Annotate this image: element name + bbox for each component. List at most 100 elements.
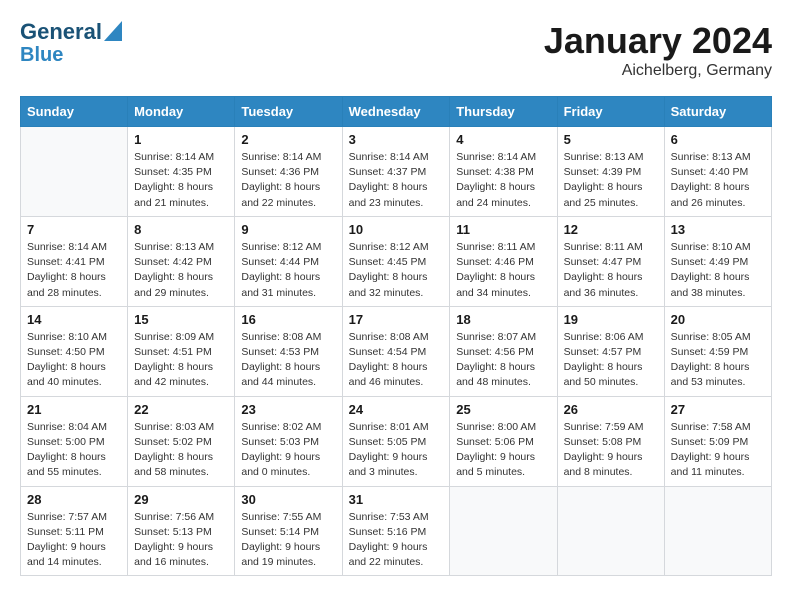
day-number: 27 [671, 402, 765, 417]
col-wednesday: Wednesday [342, 97, 450, 127]
day-number: 26 [564, 402, 658, 417]
table-row [450, 486, 557, 576]
table-row: 26 Sunrise: 7:59 AMSunset: 5:08 PMDayligh… [557, 396, 664, 486]
table-row: 10 Sunrise: 8:12 AMSunset: 4:45 PMDayligh… [342, 216, 450, 306]
day-number: 30 [241, 492, 335, 507]
table-row: 1 Sunrise: 8:14 AMSunset: 4:35 PMDaylight… [128, 127, 235, 217]
day-info: Sunrise: 8:14 AMSunset: 4:37 PMDaylight:… [349, 150, 444, 211]
title-block: January 2024 Aichelberg, Germany [544, 20, 772, 80]
table-row: 7 Sunrise: 8:14 AMSunset: 4:41 PMDaylight… [21, 216, 128, 306]
day-number: 20 [671, 312, 765, 327]
day-info: Sunrise: 7:53 AMSunset: 5:16 PMDaylight:… [349, 510, 444, 571]
day-number: 3 [349, 132, 444, 147]
day-info: Sunrise: 8:07 AMSunset: 4:56 PMDaylight:… [456, 330, 550, 391]
day-number: 4 [456, 132, 550, 147]
day-number: 23 [241, 402, 335, 417]
day-info: Sunrise: 8:00 AMSunset: 5:06 PMDaylight:… [456, 420, 550, 481]
day-info: Sunrise: 8:04 AMSunset: 5:00 PMDaylight:… [27, 420, 121, 481]
day-number: 25 [456, 402, 550, 417]
day-info: Sunrise: 7:55 AMSunset: 5:14 PMDaylight:… [241, 510, 335, 571]
col-saturday: Saturday [664, 97, 771, 127]
table-row: 19 Sunrise: 8:06 AMSunset: 4:57 PMDayligh… [557, 306, 664, 396]
table-row: 17 Sunrise: 8:08 AMSunset: 4:54 PMDayligh… [342, 306, 450, 396]
page-header: General Blue January 2024 Aichelberg, Ge… [20, 20, 772, 80]
col-tuesday: Tuesday [235, 97, 342, 127]
table-row: 25 Sunrise: 8:00 AMSunset: 5:06 PMDayligh… [450, 396, 557, 486]
table-row [21, 127, 128, 217]
table-row: 2Sunrise: 8:14 AMSunset: 4:36 PMDaylight… [235, 127, 342, 217]
day-info: Sunrise: 7:58 AMSunset: 5:09 PMDaylight:… [671, 420, 765, 481]
page-title: January 2024 [544, 20, 772, 62]
day-info: Sunrise: 7:57 AMSunset: 5:11 PMDaylight:… [27, 510, 121, 571]
day-number: 8 [134, 222, 228, 237]
calendar-table: Sunday Monday Tuesday Wednesday Thursday… [20, 96, 772, 576]
day-info: Sunrise: 8:03 AMSunset: 5:02 PMDaylight:… [134, 420, 228, 481]
col-friday: Friday [557, 97, 664, 127]
day-number: 10 [349, 222, 444, 237]
table-row: 20Sunrise: 8:05 AMSunset: 4:59 PMDayligh… [664, 306, 771, 396]
calendar-header-row: Sunday Monday Tuesday Wednesday Thursday… [21, 97, 772, 127]
table-row: 5 Sunrise: 8:13 AMSunset: 4:39 PMDaylight… [557, 127, 664, 217]
day-info: Sunrise: 8:14 AMSunset: 4:36 PMDaylight:… [241, 150, 335, 211]
day-info: Sunrise: 8:12 AMSunset: 4:45 PMDaylight:… [349, 240, 444, 301]
table-row: 15 Sunrise: 8:09 AMSunset: 4:51 PMDayligh… [128, 306, 235, 396]
table-row: 4 Sunrise: 8:14 AMSunset: 4:38 PMDaylight… [450, 127, 557, 217]
day-info: Sunrise: 8:10 AMSunset: 4:50 PMDaylight:… [27, 330, 121, 391]
day-info: Sunrise: 8:02 AMSunset: 5:03 PMDaylight:… [241, 420, 335, 481]
day-info: Sunrise: 8:09 AMSunset: 4:51 PMDaylight:… [134, 330, 228, 391]
col-monday: Monday [128, 97, 235, 127]
day-info: Sunrise: 8:08 AMSunset: 4:54 PMDaylight:… [349, 330, 444, 391]
day-info: Sunrise: 8:13 AMSunset: 4:42 PMDaylight:… [134, 240, 228, 301]
day-info: Sunrise: 8:14 AMSunset: 4:35 PMDaylight:… [134, 150, 228, 211]
logo-icon [104, 21, 122, 41]
day-number: 19 [564, 312, 658, 327]
table-row: 11Sunrise: 8:11 AMSunset: 4:46 PMDayligh… [450, 216, 557, 306]
logo: General Blue [20, 20, 122, 66]
day-number: 1 [134, 132, 228, 147]
col-thursday: Thursday [450, 97, 557, 127]
table-row: 31 Sunrise: 7:53 AMSunset: 5:16 PMDayligh… [342, 486, 450, 576]
day-number: 15 [134, 312, 228, 327]
table-row: 27 Sunrise: 7:58 AMSunset: 5:09 PMDayligh… [664, 396, 771, 486]
table-row: 29 Sunrise: 7:56 AMSunset: 5:13 PMDayligh… [128, 486, 235, 576]
day-number: 12 [564, 222, 658, 237]
day-number: 16 [241, 312, 335, 327]
table-row: 8 Sunrise: 8:13 AMSunset: 4:42 PMDaylight… [128, 216, 235, 306]
col-sunday: Sunday [21, 97, 128, 127]
day-info: Sunrise: 7:59 AMSunset: 5:08 PMDaylight:… [564, 420, 658, 481]
table-row: 9 Sunrise: 8:12 AMSunset: 4:44 PMDaylight… [235, 216, 342, 306]
day-number: 9 [241, 222, 335, 237]
day-number: 29 [134, 492, 228, 507]
table-row: 21Sunrise: 8:04 AMSunset: 5:00 PMDayligh… [21, 396, 128, 486]
day-info: Sunrise: 8:12 AMSunset: 4:44 PMDaylight:… [241, 240, 335, 301]
day-info: Sunrise: 8:06 AMSunset: 4:57 PMDaylight:… [564, 330, 658, 391]
table-row: 12 Sunrise: 8:11 AMSunset: 4:47 PMDayligh… [557, 216, 664, 306]
table-row: 16 Sunrise: 8:08 AMSunset: 4:53 PMDayligh… [235, 306, 342, 396]
table-row: 14Sunrise: 8:10 AMSunset: 4:50 PMDayligh… [21, 306, 128, 396]
table-row: 18Sunrise: 8:07 AMSunset: 4:56 PMDayligh… [450, 306, 557, 396]
day-info: Sunrise: 8:14 AMSunset: 4:41 PMDaylight:… [27, 240, 121, 301]
day-info: Sunrise: 7:56 AMSunset: 5:13 PMDaylight:… [134, 510, 228, 571]
day-info: Sunrise: 8:10 AMSunset: 4:49 PMDaylight:… [671, 240, 765, 301]
table-row: 28 Sunrise: 7:57 AMSunset: 5:11 PMDayligh… [21, 486, 128, 576]
day-number: 22 [134, 402, 228, 417]
logo-blue: Blue [20, 44, 63, 66]
day-number: 31 [349, 492, 444, 507]
day-number: 6 [671, 132, 765, 147]
day-info: Sunrise: 8:13 AMSunset: 4:39 PMDaylight:… [564, 150, 658, 211]
table-row: 3 Sunrise: 8:14 AMSunset: 4:37 PMDaylight… [342, 127, 450, 217]
day-number: 7 [27, 222, 121, 237]
day-info: Sunrise: 8:13 AMSunset: 4:40 PMDaylight:… [671, 150, 765, 211]
day-number: 24 [349, 402, 444, 417]
day-number: 28 [27, 492, 121, 507]
day-info: Sunrise: 8:14 AMSunset: 4:38 PMDaylight:… [456, 150, 550, 211]
day-info: Sunrise: 8:11 AMSunset: 4:47 PMDaylight:… [564, 240, 658, 301]
table-row: 30 Sunrise: 7:55 AMSunset: 5:14 PMDayligh… [235, 486, 342, 576]
page-subtitle: Aichelberg, Germany [544, 62, 772, 80]
day-number: 11 [456, 222, 550, 237]
day-number: 5 [564, 132, 658, 147]
day-number: 13 [671, 222, 765, 237]
day-number: 17 [349, 312, 444, 327]
table-row: 24Sunrise: 8:01 AMSunset: 5:05 PMDayligh… [342, 396, 450, 486]
day-info: Sunrise: 8:08 AMSunset: 4:53 PMDaylight:… [241, 330, 335, 391]
